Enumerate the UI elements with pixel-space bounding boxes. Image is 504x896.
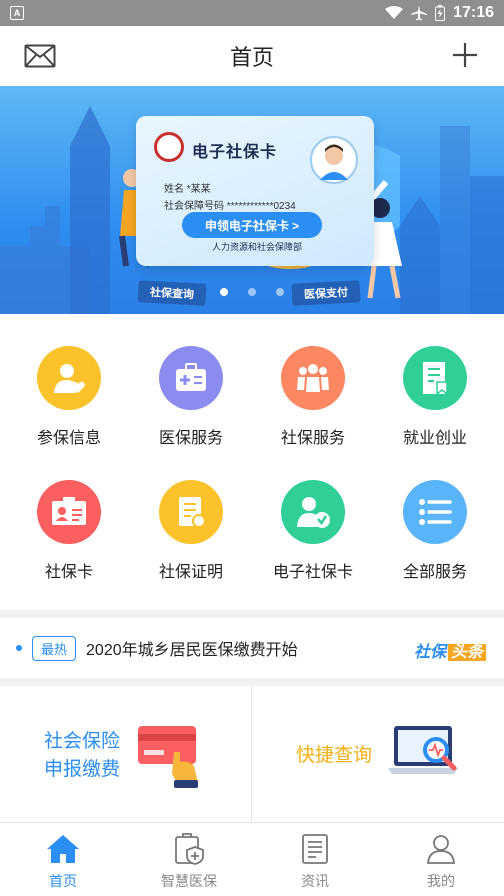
tab-smart-medical[interactable]: 智慧医保 — [126, 823, 252, 896]
card-avatar — [310, 136, 358, 184]
clock: 17:16 — [453, 4, 494, 21]
news-document-icon — [302, 834, 328, 864]
declare-payment-label: 社会保险 申报缴费 — [44, 728, 120, 784]
service-icon-circle — [37, 346, 101, 410]
service-icon-circle — [281, 346, 345, 410]
service-label: 电子社保卡 — [272, 564, 353, 581]
id-card-icon — [52, 497, 86, 525]
service-label: 社保证明 — [158, 564, 223, 581]
card-payment-icon — [138, 726, 198, 788]
person-avatar-icon — [320, 144, 348, 180]
service-icon-circle — [159, 346, 223, 410]
laptop-search-icon — [388, 726, 458, 774]
tab-news[interactable]: 资讯 — [252, 823, 378, 896]
bullet-dot — [16, 645, 22, 651]
mail-icon[interactable] — [24, 44, 56, 68]
tab-mine[interactable]: 我的 — [378, 823, 504, 896]
brand-part-b: 头条 — [447, 644, 486, 661]
app-notification-icon: A — [10, 6, 24, 20]
tab-home[interactable]: 首页 — [0, 823, 126, 896]
service-grid: 参保信息 医保服务 社保服务 就业创业 社保卡 社保证明 电子社保卡 全部服务 — [0, 314, 504, 610]
user-icon — [427, 835, 455, 864]
emblem-icon — [154, 132, 184, 162]
service-label: 全部服务 — [402, 564, 467, 581]
service-insurance-info[interactable]: 参保信息 — [6, 346, 132, 448]
tag-medical-pay: 医保支付 — [291, 280, 361, 306]
tag-social-query: 社保查询 — [137, 280, 207, 306]
quick-query-label: 快捷查询 — [296, 745, 373, 766]
service-medical[interactable]: 医保服务 — [128, 346, 254, 448]
service-icon-circle — [403, 346, 467, 410]
card-number-line: 社会保障号码 ************0234 — [164, 201, 296, 212]
service-icon-circle — [403, 480, 467, 544]
service-social[interactable]: 社保服务 — [250, 346, 376, 448]
declare-payment-line1: 社会保险 — [44, 731, 121, 752]
top-app-bar: 首页 — [0, 26, 504, 86]
carousel-dot[interactable] — [276, 288, 284, 296]
brand-part-a: 社保 — [413, 644, 446, 661]
carousel-dot[interactable] — [248, 288, 256, 296]
plus-icon[interactable] — [452, 42, 478, 68]
service-label: 参保信息 — [36, 430, 101, 447]
tab-label: 我的 — [427, 873, 455, 889]
service-certificate[interactable]: 社保证明 — [128, 480, 254, 582]
tab-label: 首页 — [49, 873, 77, 889]
list-icon — [419, 499, 452, 525]
service-label: 就业创业 — [402, 430, 467, 447]
news-headline[interactable]: 2020年城乡居民医保缴费开始 — [86, 636, 298, 660]
quick-query-card[interactable]: 快捷查询 — [252, 686, 502, 822]
service-icon-circle — [159, 480, 223, 544]
person-verified-icon — [297, 497, 330, 528]
status-bar: A 17:16 — [0, 0, 504, 26]
service-e-card[interactable]: 电子社保卡 — [250, 480, 376, 582]
service-icon-circle — [37, 480, 101, 544]
quick-actions: 社会保险 申报缴费 快捷查询 — [0, 686, 504, 822]
group-people-icon — [297, 364, 329, 392]
promo-banner-carousel[interactable]: 电子社保卡 姓名 *某某 社会保障号码 ************0234 申领电… — [0, 86, 504, 314]
declare-payment-card[interactable]: 社会保险 申报缴费 — [0, 686, 250, 822]
service-label: 医保服务 — [158, 430, 223, 447]
certificate-icon — [179, 497, 206, 528]
service-icon-circle — [281, 480, 345, 544]
hot-badge: 最热 — [32, 635, 77, 661]
medical-kit-icon — [176, 363, 206, 391]
battery-icon — [435, 5, 446, 21]
news-ticker[interactable]: 最热 2020年城乡居民医保缴费开始 社保 头条 — [0, 618, 504, 678]
card-title: 电子社保卡 — [192, 144, 278, 161]
card-name-line: 姓名 *某某 — [164, 184, 211, 195]
service-label: 社保卡 — [44, 564, 93, 581]
medical-shield-icon — [175, 833, 204, 865]
service-all[interactable]: 全部服务 — [372, 480, 498, 582]
service-card[interactable]: 社保卡 — [6, 480, 132, 582]
news-brand-logo: 社保 头条 — [414, 638, 486, 662]
page-title: 首页 — [229, 45, 274, 70]
document-bookmark-icon — [423, 362, 448, 396]
card-department: 人力资源和社会保障部 — [212, 242, 303, 252]
tab-label: 智慧医保 — [161, 873, 217, 889]
bottom-tab-bar: 首页 智慧医保 资讯 我的 — [0, 822, 504, 896]
carousel-dot[interactable] — [220, 288, 228, 296]
tab-label: 资讯 — [301, 873, 329, 889]
service-employment[interactable]: 就业创业 — [372, 346, 498, 448]
airplane-icon — [411, 5, 428, 21]
home-icon — [47, 835, 79, 863]
declare-payment-line2: 申报缴费 — [44, 759, 121, 780]
apply-e-card-button[interactable]: 申领电子社保卡 > — [182, 212, 322, 238]
person-heart-icon — [54, 364, 85, 393]
wifi-icon — [385, 6, 404, 19]
carousel-indicator — [220, 288, 284, 296]
service-label: 社保服务 — [280, 430, 345, 447]
